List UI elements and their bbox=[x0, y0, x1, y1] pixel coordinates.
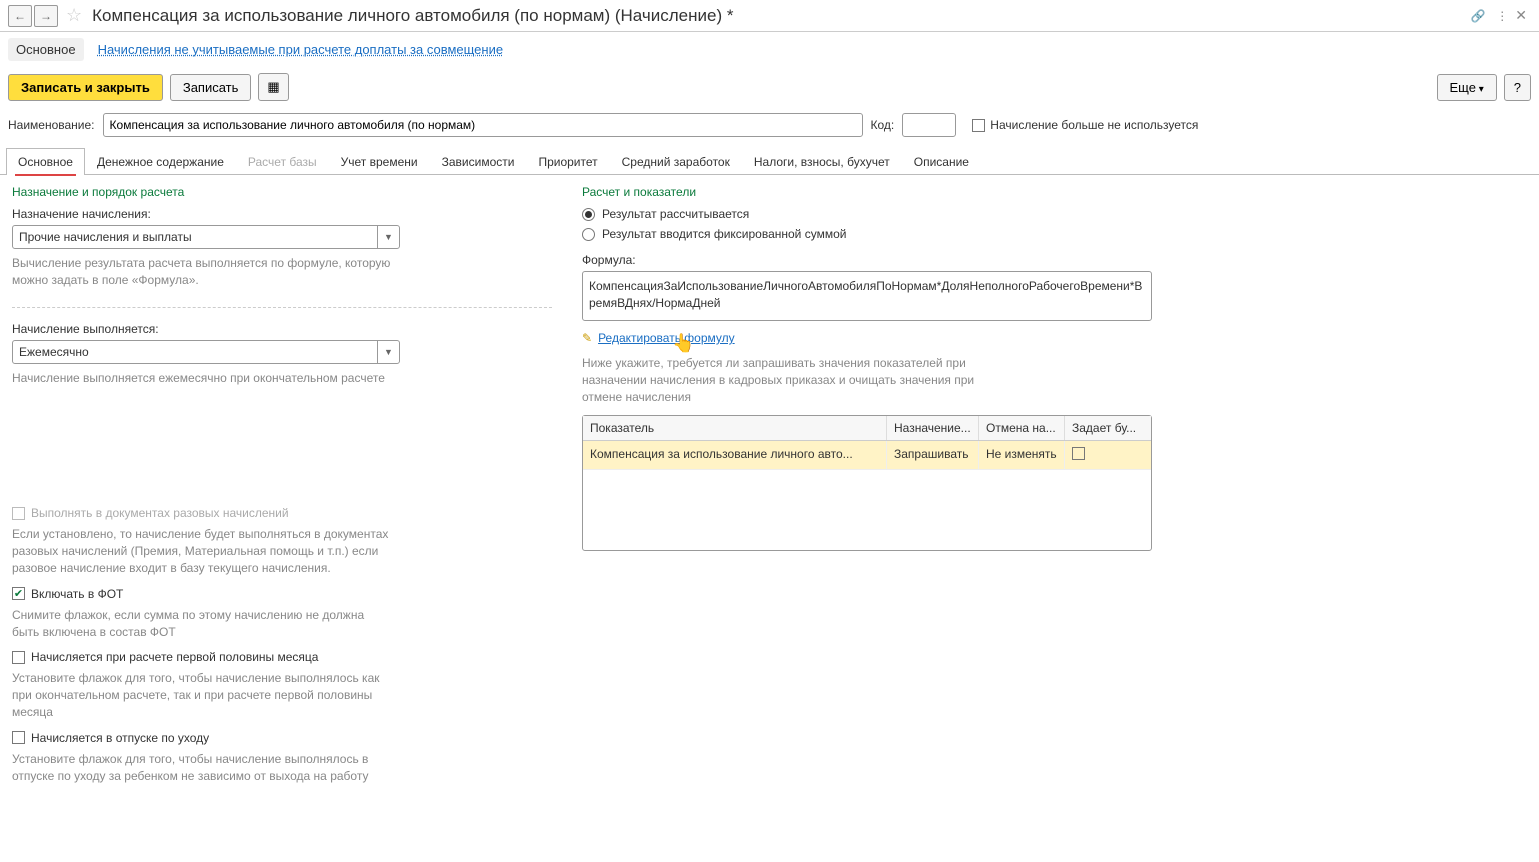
favorite-star-icon[interactable]: ☆ bbox=[66, 5, 82, 26]
cb2-hint: Снимите флажок, если сумма по этому начи… bbox=[12, 607, 392, 641]
td-assign: Запрашивать bbox=[887, 441, 979, 469]
nazn-value: Прочие начисления и выплаты bbox=[13, 226, 377, 248]
radio-fixed-label: Результат вводится фиксированной суммой bbox=[602, 227, 846, 241]
tab-main[interactable]: Основное bbox=[6, 148, 85, 175]
back-button[interactable]: ← bbox=[8, 5, 32, 27]
cb-one-time-label: Выполнять в документах разовых начислени… bbox=[31, 506, 289, 520]
td-cancel: Не изменять bbox=[979, 441, 1065, 469]
cb-leave[interactable] bbox=[12, 731, 25, 744]
cb-one-time bbox=[12, 507, 25, 520]
cb1-hint: Если установлено, то начисление будет вы… bbox=[12, 526, 392, 576]
more-vertical-icon[interactable]: ⋮ bbox=[1493, 7, 1511, 25]
close-icon[interactable]: ✕ bbox=[1511, 7, 1531, 24]
indicators-hint: Ниже укажите, требуется ли запрашивать з… bbox=[582, 355, 1002, 405]
radio-calc-label: Результат рассчитывается bbox=[602, 207, 749, 221]
edit-formula-link[interactable]: Редактировать формулу bbox=[598, 331, 735, 345]
vyp-hint: Начисление выполняется ежемесячно при ок… bbox=[12, 370, 392, 387]
window-title: Компенсация за использование личного авт… bbox=[88, 6, 1463, 26]
subnav-main[interactable]: Основное bbox=[8, 38, 84, 61]
save-button[interactable]: Записать bbox=[170, 74, 252, 101]
cb4-hint: Установите флажок для того, чтобы начисл… bbox=[12, 751, 392, 785]
cb-first-half-label: Начисляется при расчете первой половины … bbox=[31, 650, 318, 664]
formula-label: Формула: bbox=[582, 253, 1527, 267]
tab-desc[interactable]: Описание bbox=[902, 148, 981, 175]
tab-tax[interactable]: Налоги, взносы, бухучет bbox=[742, 148, 902, 175]
divider bbox=[12, 307, 552, 308]
link-icon[interactable]: 🔗 bbox=[1469, 7, 1487, 25]
radio-calc[interactable] bbox=[582, 208, 595, 221]
tab-priority[interactable]: Приоритет bbox=[526, 148, 609, 175]
vyp-select[interactable]: Ежемесячно ▼ bbox=[12, 340, 400, 364]
save-close-button[interactable]: Записать и закрыть bbox=[8, 74, 163, 101]
tab-money[interactable]: Денежное содержание bbox=[85, 148, 236, 175]
td-sets bbox=[1065, 441, 1151, 469]
cb-first-half[interactable] bbox=[12, 651, 25, 664]
cb3-hint: Установите флажок для того, чтобы начисл… bbox=[12, 670, 392, 720]
formula-box: КомпенсацияЗаИспользованиеЛичногоАвтомоб… bbox=[582, 271, 1152, 321]
subnav-link[interactable]: Начисления не учитываемые при расчете до… bbox=[98, 42, 504, 57]
th-cancel[interactable]: Отмена на... bbox=[979, 416, 1065, 440]
th-indicator[interactable]: Показатель bbox=[583, 416, 887, 440]
td-indicator: Компенсация за использование личного авт… bbox=[583, 441, 887, 469]
radio-fixed[interactable] bbox=[582, 228, 595, 241]
tab-deps[interactable]: Зависимости bbox=[430, 148, 527, 175]
table-row[interactable]: Компенсация за использование личного авт… bbox=[583, 441, 1151, 470]
tabs: Основное Денежное содержание Расчет базы… bbox=[0, 147, 1539, 175]
nazn-label: Назначение начисления: bbox=[12, 207, 552, 221]
report-icon-button[interactable]: ▦ bbox=[258, 73, 288, 101]
help-button[interactable]: ? bbox=[1504, 74, 1531, 101]
th-assign[interactable]: Назначение... bbox=[887, 416, 979, 440]
vyp-label: Начисление выполняется: bbox=[12, 322, 552, 336]
chevron-down-icon[interactable]: ▼ bbox=[377, 226, 399, 248]
right-section-title: Расчет и показатели bbox=[582, 185, 1527, 199]
vyp-value: Ежемесячно bbox=[13, 341, 377, 363]
code-input[interactable] bbox=[902, 113, 956, 137]
left-section-title: Назначение и порядок расчета bbox=[12, 185, 552, 199]
cb-leave-label: Начисляется в отпуске по уходу bbox=[31, 731, 209, 745]
chevron-down-icon[interactable]: ▼ bbox=[377, 341, 399, 363]
not-used-checkbox[interactable] bbox=[972, 119, 985, 132]
more-button[interactable]: Еще bbox=[1437, 74, 1497, 101]
cb-fot[interactable] bbox=[12, 587, 25, 600]
code-label: Код: bbox=[871, 118, 895, 132]
nazn-select[interactable]: Прочие начисления и выплаты ▼ bbox=[12, 225, 400, 249]
name-label: Наименование: bbox=[8, 118, 95, 132]
pencil-icon: ✎ bbox=[582, 331, 592, 345]
indicators-table: Показатель Назначение... Отмена на... За… bbox=[582, 415, 1152, 551]
not-used-label: Начисление больше не используется bbox=[990, 118, 1198, 132]
nazn-hint: Вычисление результата расчета выполняетс… bbox=[12, 255, 392, 289]
tab-avg[interactable]: Средний заработок bbox=[610, 148, 742, 175]
forward-button[interactable]: → bbox=[34, 5, 58, 27]
tab-time[interactable]: Учет времени bbox=[329, 148, 430, 175]
cb-fot-label: Включать в ФОТ bbox=[31, 587, 123, 601]
td-sets-checkbox[interactable] bbox=[1072, 447, 1085, 460]
tab-base: Расчет базы bbox=[236, 148, 329, 175]
name-input[interactable] bbox=[103, 113, 863, 137]
th-sets[interactable]: Задает бу... bbox=[1065, 416, 1151, 440]
